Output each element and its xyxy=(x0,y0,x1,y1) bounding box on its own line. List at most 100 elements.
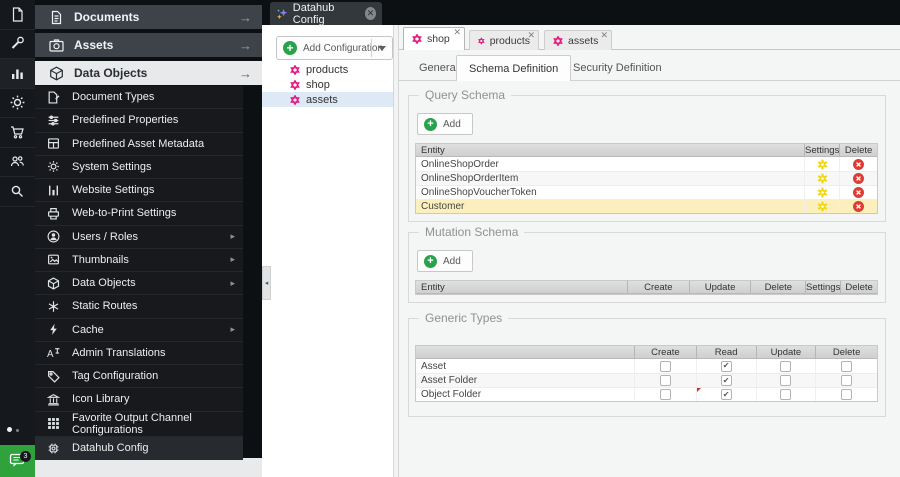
tree-item-label: products xyxy=(306,63,349,76)
row-settings-button[interactable] xyxy=(805,200,841,213)
column-header-entity[interactable]: Entity xyxy=(416,281,628,293)
query-add-button[interactable]: + Add xyxy=(417,113,473,135)
sidebar-item-cache[interactable]: Cache ▸ xyxy=(35,319,243,342)
update-checkbox[interactable] xyxy=(780,360,792,372)
row-settings-button[interactable] xyxy=(805,172,841,185)
chevron-down-icon[interactable] xyxy=(378,46,386,51)
rail-item-tools[interactable] xyxy=(0,30,35,59)
close-icon[interactable]: ✕ xyxy=(453,28,461,37)
table-row[interactable]: OnlineShopOrder xyxy=(416,157,877,171)
column-header-read[interactable]: Read xyxy=(697,346,757,358)
create-checkbox[interactable] xyxy=(659,360,671,372)
sidebar-item-tag-configuration[interactable]: Tag Configuration xyxy=(35,365,243,389)
tree-item-shop[interactable]: shop xyxy=(262,77,393,92)
rail-item-documents[interactable] xyxy=(0,0,35,30)
sidebar-item-predefined-properties[interactable]: Predefined Properties xyxy=(35,109,243,133)
delete-checkbox[interactable] xyxy=(841,375,853,386)
create-checkbox[interactable] xyxy=(659,389,671,400)
column-header-delete[interactable]: Delete xyxy=(840,144,877,156)
close-icon[interactable]: ✕ xyxy=(600,31,608,40)
sidebar-item-data-objects[interactable]: Data Objects ▸ xyxy=(35,272,243,296)
sparkle-icon xyxy=(277,8,288,19)
subtab-label: Schema Definition xyxy=(469,62,559,75)
column-header-create[interactable]: Create xyxy=(628,281,690,293)
tree-item-products[interactable]: products xyxy=(262,62,393,77)
sidebar-item-thumbnails[interactable]: Thumbnails ▸ xyxy=(35,249,243,272)
column-header-entity[interactable]: Entity xyxy=(416,144,806,156)
table-row[interactable]: OnlineShopVoucherToken xyxy=(416,185,877,199)
sidebar-item-website-settings[interactable]: Website Settings xyxy=(35,179,243,203)
column-header-settings[interactable]: Settings xyxy=(806,281,842,293)
row-settings-button[interactable] xyxy=(805,186,841,199)
delete-checkbox[interactable] xyxy=(841,389,853,400)
notifications-button[interactable]: 3 xyxy=(0,445,35,477)
sidebar-section-data-objects[interactable]: Data Objects → xyxy=(35,61,262,85)
read-checkbox[interactable]: ✔ xyxy=(720,389,732,400)
users-roles-icon xyxy=(47,230,60,243)
sidebar-item-system-settings[interactable]: System Settings xyxy=(35,156,243,179)
sidebar-section-assets[interactable]: Assets → xyxy=(35,33,262,57)
grid-header: Create Read Update Delete xyxy=(416,346,877,359)
column-header-create[interactable]: Create xyxy=(635,346,697,358)
column-header-delete-action[interactable]: Delete xyxy=(841,281,877,293)
sidebar-section-documents[interactable]: Documents → xyxy=(35,5,262,29)
plus-icon: + xyxy=(283,41,297,55)
column-header-update[interactable]: Update xyxy=(690,281,752,293)
close-icon[interactable]: ✕ xyxy=(365,7,377,20)
create-checkbox[interactable] xyxy=(659,375,671,386)
table-row[interactable]: Asset ✔ xyxy=(416,359,877,373)
column-header-update[interactable]: Update xyxy=(757,346,817,358)
workspace-tab-datahub-config[interactable]: Datahub Config ✕ xyxy=(270,2,382,26)
column-header-name[interactable] xyxy=(416,346,636,358)
tag-configuration-icon xyxy=(48,370,60,383)
subtab-security-definition[interactable]: Security Definition xyxy=(561,56,674,80)
graphql-config-icon xyxy=(290,79,300,90)
sidebar-item-label: Admin Translations xyxy=(72,346,166,359)
editor-tab-assets[interactable]: assets ✕ xyxy=(544,30,612,50)
rail-item-search[interactable] xyxy=(0,177,35,207)
add-configuration-button[interactable]: + Add Configuration xyxy=(276,36,393,60)
close-icon[interactable]: ✕ xyxy=(527,31,535,40)
column-header-delete[interactable]: Delete xyxy=(751,281,807,293)
editor-tab-shop[interactable]: shop ✕ xyxy=(403,27,465,50)
update-checkbox[interactable] xyxy=(780,389,792,400)
rail-item-ecommerce[interactable] xyxy=(0,118,35,148)
sidebar-item-predefined-asset-metadata[interactable]: Predefined Asset Metadata xyxy=(35,133,243,156)
sidebar-item-static-routes[interactable]: Static Routes xyxy=(35,295,243,319)
column-header-settings[interactable]: Settings xyxy=(805,144,841,156)
rail-item-users[interactable] xyxy=(0,148,35,177)
sidebar-item-users-roles[interactable]: Users / Roles ▸ xyxy=(35,226,243,249)
sidebar-item-favorite-output-channel-configurations[interactable]: Favorite Output Channel Configurations xyxy=(35,412,243,437)
table-row[interactable]: Asset Folder ✔ xyxy=(416,373,877,387)
rail-item-analytics[interactable] xyxy=(0,59,35,89)
arrow-right-icon: → xyxy=(239,65,252,81)
table-row[interactable]: Object Folder ✔ xyxy=(416,387,877,401)
tree-item-assets[interactable]: assets xyxy=(262,92,393,107)
row-delete-button[interactable] xyxy=(840,186,877,199)
update-checkbox[interactable] xyxy=(780,375,792,386)
table-row[interactable]: OnlineShopOrderItem xyxy=(416,171,877,185)
row-delete-button[interactable] xyxy=(840,157,877,171)
column-header-delete[interactable]: Delete xyxy=(816,346,877,358)
sidebar-item-icon-library[interactable]: Icon Library xyxy=(35,388,243,412)
row-delete-button[interactable] xyxy=(840,172,877,185)
gear-icon xyxy=(817,159,827,169)
editor-tab-products[interactable]: products ✕ xyxy=(469,30,539,50)
delete-checkbox[interactable] xyxy=(841,360,853,372)
generic-types-grid: Create Read Update Delete Asset ✔ Asset … xyxy=(415,345,878,402)
mutation-add-button[interactable]: + Add xyxy=(417,250,473,272)
row-delete-button[interactable] xyxy=(840,200,877,213)
sidebar-item-document-types[interactable]: Document Types xyxy=(35,86,243,110)
sidebar-item-datahub-config[interactable]: Datahub Config xyxy=(35,436,243,460)
sidebar-item-web-to-print-settings[interactable]: Web-to-Print Settings xyxy=(35,202,243,226)
table-row-selected[interactable]: Customer xyxy=(416,199,877,213)
fieldset-legend: Query Schema xyxy=(419,88,512,102)
read-checkbox[interactable]: ✔ xyxy=(720,375,732,386)
rail-item-settings[interactable] xyxy=(0,89,35,118)
sidebar-item-admin-translations[interactable]: A Admin Translations xyxy=(35,342,243,365)
plus-icon: + xyxy=(424,117,437,131)
collapse-panel-handle[interactable]: ◂ xyxy=(262,266,271,300)
row-settings-button[interactable] xyxy=(805,157,841,171)
read-checkbox[interactable]: ✔ xyxy=(720,360,732,372)
subtab-schema-definition[interactable]: Schema Definition xyxy=(456,55,572,81)
